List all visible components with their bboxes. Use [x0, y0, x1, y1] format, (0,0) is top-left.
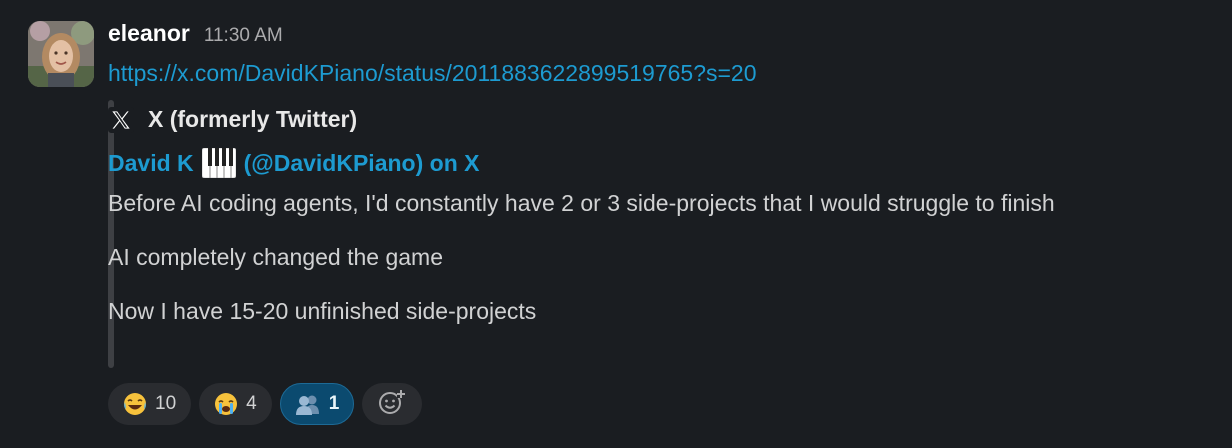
joy-emoji-icon — [123, 392, 147, 416]
x-logo-icon — [108, 106, 134, 133]
reaction-count: 1 — [328, 393, 340, 414]
unfurl-paragraph: AI completely changed the game — [108, 244, 443, 270]
link-unfurl: X (formerly Twitter) David K (@DavidKPia… — [108, 100, 1168, 368]
timestamp[interactable]: 11:30 AM — [204, 25, 283, 47]
sob-emoji-icon — [214, 392, 238, 416]
unfurl-paragraph: Now I have 15-20 unfinished side-project… — [108, 298, 537, 324]
message: eleanor 11:30 AM https://x.com/DavidKPia… — [0, 0, 1232, 448]
author-name[interactable]: eleanor — [108, 20, 190, 47]
add-emoji-icon — [376, 386, 408, 423]
unfurl-title[interactable]: David K (@DavidKPiano) on X — [108, 147, 480, 179]
unfurl-body: Before AI coding agents, I'd constantly … — [108, 184, 1128, 346]
reactions-bar: 10 4 1 — [108, 383, 423, 425]
avatar[interactable] — [28, 21, 94, 87]
message-link[interactable]: https://x.com/DavidKPiano/status/2011883… — [108, 60, 757, 87]
piano-keys-icon — [201, 147, 237, 179]
reaction-people[interactable]: 1 — [279, 383, 355, 425]
unfurl-title-prefix: David K — [108, 149, 194, 176]
reaction-count: 10 — [155, 393, 177, 414]
reaction-sob[interactable]: 4 — [199, 383, 272, 425]
service-name: X (formerly Twitter) — [148, 106, 358, 132]
unfurl-paragraph: Before AI coding agents, I'd constantly … — [108, 190, 1055, 216]
people-emoji-icon — [295, 392, 321, 416]
add-reaction-button[interactable] — [362, 383, 423, 425]
message-header: eleanor 11:30 AM — [108, 20, 283, 50]
reaction-count: 4 — [246, 393, 257, 414]
reaction-joy[interactable]: 10 — [108, 383, 192, 425]
unfurl-title-suffix: (@DavidKPiano) on X — [243, 149, 480, 176]
unfurl-service: X (formerly Twitter) — [108, 106, 357, 133]
